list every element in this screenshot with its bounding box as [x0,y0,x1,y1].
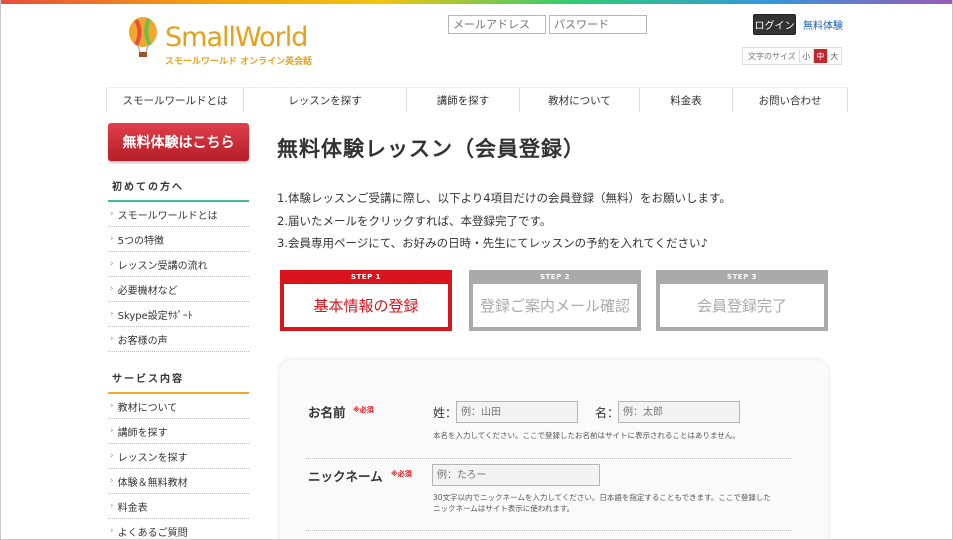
sidebar-item-lessons[interactable]: › レッスンを探す [108,444,249,469]
page-frame: SmallWorld スモールワールド オンライン英会話 ログイン 無料体験 文… [0,0,953,540]
intro-line: 2.届いたメールをクリックすれば、本登録完了です。 [277,213,552,228]
sidebar-heading: サービス内容 [108,362,249,394]
required-mark: ※必須 [391,470,412,478]
sidebar-item-about[interactable]: › スモールワールドとは [108,202,249,227]
nav-item-contact[interactable]: お問い合わせ [732,88,848,112]
sidebar-item-faq[interactable]: › よくあるご質問 [108,519,249,539]
font-size-label: 文字のサイズ [748,51,796,61]
sidebar-heading: 初めての方へ [108,170,249,202]
required-mark: ※必須 [353,406,374,414]
sidebar-item-pricing[interactable]: › 料金表 [108,494,249,519]
brand-tagline: スモールワールド オンライン英会話 [165,57,313,67]
sidebar-item-features[interactable]: › 5つの特徴 [108,227,249,252]
nickname-label: ニックネーム [308,469,383,484]
nav-item-about[interactable]: スモールワールドとは [106,88,243,112]
sidebar-item-equipment[interactable]: › 必要機材など [108,277,249,302]
first-name-input[interactable] [618,401,740,423]
page-title: 無料体験レッスン（会員登録） [277,137,585,161]
chevron-right-icon: › [110,334,114,344]
chevron-right-icon: › [110,426,114,436]
first-name-label: 名： [595,406,620,420]
sidebar-item-voices[interactable]: › お客様の声 [108,327,249,352]
sidebar-item-materials[interactable]: › 教材について [108,394,249,419]
step-caption: STEP 1 [280,270,452,284]
login-button[interactable]: ログイン [753,14,796,35]
step-1: STEP 1 基本情報の登録 [280,270,452,331]
intro-text: 1.体験レッスンご受講に際し、以下より4項目だけの会員登録（無料）をお願いします… [277,187,731,255]
free-trial-link[interactable]: 無料体験 [803,17,843,32]
intro-line: 3.会員専用ページにて、お好みの日時・先生にてレッスンの予約を入れてください♪ [277,236,708,250]
chevron-right-icon: › [110,476,114,486]
chevron-right-icon: › [110,309,114,319]
chevron-right-icon: › [110,451,114,461]
step-3: STEP 3 会員登録完了 [656,270,828,331]
nav-item-pricing[interactable]: 料金表 [639,88,732,112]
password-input[interactable] [549,15,647,34]
sidebar-item-skype[interactable]: › Skype設定ｻﾎﾟｰﾄ [108,302,249,327]
sidebar-item-trial[interactable]: › 体験＆無料教材 [108,469,249,494]
balloon-icon [129,17,157,57]
chevron-right-icon: › [110,526,114,536]
free-trial-banner[interactable]: 無料体験はこちら [108,123,249,161]
step-label: 登録ご案内メール確認 [469,284,641,331]
font-size-switcher: 文字のサイズ 小 中 大 [742,47,842,65]
step-label: 会員登録完了 [656,284,828,331]
chevron-right-icon: › [110,234,114,244]
form-divider [306,530,791,531]
chevron-right-icon: › [110,501,114,511]
chevron-right-icon: › [110,209,114,219]
font-size-medium[interactable]: 中 [812,49,827,63]
chevron-right-icon: › [110,259,114,269]
font-size-small[interactable]: 小 [798,49,813,63]
sidebar-item-teachers[interactable]: › 講師を探す [108,419,249,444]
nav-item-teachers[interactable]: 講師を探す [406,88,519,112]
step-caption: STEP 2 [469,270,641,284]
sidebar-item-lesson-flow[interactable]: › レッスン受講の流れ [108,252,249,277]
chevron-right-icon: › [110,401,114,411]
form-divider [306,458,791,459]
email-input[interactable] [448,15,546,34]
intro-line: 1.体験レッスンご受講に際し、以下より4項目だけの会員登録（無料）をお願いします… [277,191,731,205]
name-label: お名前 [308,405,346,420]
sidebar-section-services: サービス内容 › 教材について › 講師を探す › レッスンを探す › 体験＆無料教材 … [108,362,249,539]
name-help-text: 本名を入力してください。ここで登録したお名前はサイトに表示されることはありません… [433,431,740,440]
chevron-right-icon: › [110,284,114,294]
sidebar-section-first-time: 初めての方へ › スモールワールドとは › 5つの特徴 › レッスン受講の流れ › 必要… [108,170,249,352]
nickname-help-text: 30文字以内でニックネームを入力してください。日本語を指定することもできます。こ… [433,493,771,513]
last-name-input[interactable] [456,401,578,423]
step-label: 基本情報の登録 [280,284,452,331]
step-caption: STEP 3 [656,270,828,284]
nav-item-materials[interactable]: 教材について [519,88,639,112]
step-2: STEP 2 登録ご案内メール確認 [469,270,641,331]
logo[interactable]: SmallWorld スモールワールド オンライン英会話 [127,16,312,70]
last-name-label: 姓： [433,406,458,420]
font-size-large[interactable]: 大 [826,49,841,63]
nickname-input[interactable] [432,464,600,486]
top-color-bar [1,0,952,4]
brand-name: SmallWorld [165,22,308,53]
nav-item-lessons[interactable]: レッスンを探す [243,88,406,112]
main-nav: スモールワールドとは レッスンを探す 講師を探す 教材について 料金表 お問い合… [106,87,848,112]
